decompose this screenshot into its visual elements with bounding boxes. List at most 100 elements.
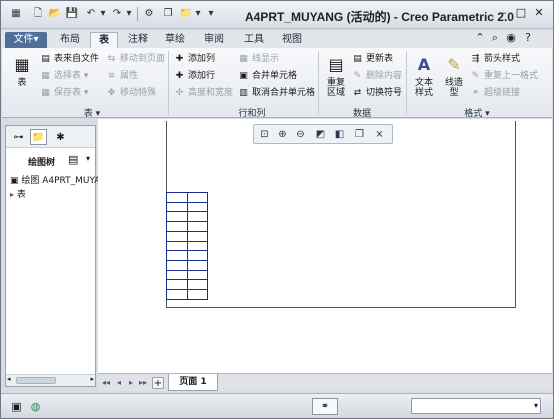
collapse-ribbon-icon[interactable]: ⌃ <box>473 31 487 45</box>
toggle-symbol-label: 切换符号 <box>366 88 403 98</box>
repeat-format-button[interactable]: ✎ 重复上一格式 <box>470 69 538 83</box>
repaint-icon[interactable]: ◩ <box>313 127 328 142</box>
browser-icon[interactable]: ◍ <box>28 399 43 414</box>
zoom-out-icon[interactable]: ⊖ <box>293 127 308 142</box>
merge-cells-label: 合并单元格 <box>252 71 298 81</box>
tree-settings-icon[interactable]: ▤ <box>68 153 78 166</box>
zoom-in-icon[interactable]: ⊕ <box>275 127 290 142</box>
line-display-label: 线显示 <box>252 54 280 64</box>
save-table-icon: ▦ <box>41 87 50 98</box>
title-bar: ▦ 🗋 📂 💾 ↶ ▾ ↷ ▾ ⚙ ❐ 📁 ▾ ▾ A4PRT_MUYANG (… <box>1 1 553 29</box>
tab-sketch[interactable]: 草绘 <box>158 32 192 48</box>
tab-layout[interactable]: 布局 <box>53 32 87 48</box>
unmerge-cells-button[interactable]: ▥ 取消合并单元格 <box>238 86 315 100</box>
line-style-icon: ✎ <box>447 55 461 74</box>
tab-table[interactable]: 表 <box>90 32 118 48</box>
minimize-button[interactable]: – <box>497 6 511 20</box>
save-table-label: 保存表 ▾ <box>54 88 89 98</box>
merge-cells-icon: ▣ <box>239 70 248 81</box>
properties-button[interactable]: ≡ 属性 <box>106 69 138 83</box>
delete-content-button[interactable]: ✎ 删除内容 <box>352 69 402 83</box>
text-style-button[interactable]: A 文本 样式 <box>410 54 438 98</box>
repeat-region-button[interactable]: ▤ 重复 区域 <box>322 54 350 98</box>
search-icon[interactable]: ⌕ <box>488 31 502 45</box>
tree-item-drawing-label: 绘图 A4PRT_MUYA <box>21 176 101 186</box>
prev-page-icon[interactable]: ◂ <box>114 377 124 389</box>
toggle-symbol-button[interactable]: ⇄ 切换符号 <box>352 86 402 100</box>
text-style-icon: A <box>417 55 431 74</box>
hyperlink-button[interactable]: ⚭ 超级链接 <box>470 86 520 100</box>
merge-cells-button[interactable]: ▣ 合并单元格 <box>238 69 297 83</box>
sheet-icon[interactable]: ❐ <box>352 127 367 142</box>
redo-dropdown-icon[interactable]: ▾ <box>122 7 136 21</box>
first-page-icon[interactable]: ◂◂ <box>101 377 111 389</box>
refit-icon[interactable]: ⊡ <box>257 127 272 142</box>
tab-folder-browser[interactable]: 📁 <box>30 129 47 145</box>
help-icon[interactable]: ? <box>521 31 535 45</box>
tab-view[interactable]: 视图 <box>275 32 309 48</box>
next-page-icon[interactable]: ▸ <box>126 377 136 389</box>
insert-table-button[interactable]: ▦ 表 <box>8 54 36 88</box>
tab-favorites[interactable]: ✱ <box>52 129 69 145</box>
tree-item-drawing[interactable]: ▣ 绘图 A4PRT_MUYA <box>10 175 100 187</box>
close-button[interactable]: ✕ <box>532 6 546 20</box>
line-style-label: 线造 型 <box>444 78 463 98</box>
add-column-button[interactable]: ✚ 添加列 <box>174 52 215 66</box>
show-navigator-icon[interactable]: ▣ <box>9 399 24 414</box>
tab-model-tree[interactable]: ⊶ <box>10 129 27 145</box>
navigator-tabs: ⊶ 📁 ✱ <box>6 126 95 148</box>
rows-cols-group-label: 行和列 <box>238 109 266 119</box>
scroll-right-icon[interactable]: ▸ <box>90 375 94 383</box>
format-group-label[interactable]: 格式 ▾ <box>442 106 512 119</box>
find-button[interactable]: ⚭ <box>312 398 338 415</box>
line-display-button[interactable]: ▦ 线显示 <box>238 52 279 66</box>
annotation-display-icon[interactable]: ⨯ <box>372 127 387 142</box>
display-style-icon[interactable]: ◧ <box>332 127 347 142</box>
add-page-button[interactable]: + <box>152 377 164 389</box>
move-to-page-button[interactable]: ⇆ 移动到页面 <box>106 52 165 66</box>
table-from-file-label: 表来自文件 <box>54 54 100 64</box>
regenerate-icon[interactable]: ⚙ <box>142 7 156 21</box>
open-icon[interactable]: 📂 <box>48 7 62 21</box>
tab-review[interactable]: 审阅 <box>197 32 231 48</box>
page-tab-1[interactable]: 页面 1 <box>168 374 218 391</box>
tab-tools[interactable]: 工具 <box>237 32 271 48</box>
drawing-table[interactable] <box>166 192 208 300</box>
tree-item-table[interactable]: ▸ 表 <box>10 189 26 201</box>
ribbon-tab-row: 文件▾ 布局 表 注释 草绘 审阅 工具 视图 <box>1 30 553 48</box>
select-table-icon: ▦ <box>41 70 50 81</box>
tab-annotate[interactable]: 注释 <box>121 32 155 48</box>
select-table-button[interactable]: ▦ 选择表 ▾ <box>40 69 88 83</box>
height-width-button[interactable]: ✣ 高度和宽度 <box>174 86 233 100</box>
add-row-button[interactable]: ✚ 添加行 <box>174 69 215 83</box>
scroll-thumb[interactable] <box>16 377 56 384</box>
page-tab-bar: ◂◂ ◂ ▸ ▸▸ + 页面 1 <box>98 373 552 391</box>
move-special-button[interactable]: ✥ 移动特殊 <box>106 86 156 100</box>
update-table-label: 更新表 <box>366 54 394 64</box>
expand-icon[interactable]: ▸ <box>10 190 14 199</box>
undo-dropdown-icon[interactable]: ▾ <box>96 7 110 21</box>
tree-item-table-label: 表 <box>16 190 26 200</box>
scroll-left-icon[interactable]: ◂ <box>7 375 11 383</box>
hyperlink-icon: ⚭ <box>471 87 480 98</box>
new-icon[interactable]: 🗋 <box>31 7 45 21</box>
table-from-file-button[interactable]: ▤ 表来自文件 <box>40 52 99 66</box>
tab-file[interactable]: 文件▾ <box>5 32 47 48</box>
selection-filter-dropdown[interactable]: ▾ <box>411 398 541 414</box>
windows-icon[interactable]: ❐ <box>161 7 175 21</box>
last-page-icon[interactable]: ▸▸ <box>138 377 148 389</box>
customize-dropdown-icon[interactable]: ▾ <box>204 7 218 21</box>
save-icon[interactable]: 💾 <box>65 7 79 21</box>
application-window: ▦ 🗋 📂 💾 ↶ ▾ ↷ ▾ ⚙ ❐ 📁 ▾ ▾ A4PRT_MUYANG (… <box>0 0 554 419</box>
arrow-style-button[interactable]: ⇶ 箭头样式 <box>470 52 520 66</box>
maximize-button[interactable]: □ <box>514 6 528 20</box>
tree-dropdown-icon[interactable]: ▾ <box>86 154 90 163</box>
table-group-label[interactable]: 表 ▾ <box>42 106 142 119</box>
update-table-button[interactable]: ▤ 更新表 <box>352 52 393 66</box>
save-table-button[interactable]: ▦ 保存表 ▾ <box>40 86 88 100</box>
help-center-icon[interactable]: ◉ <box>504 31 518 45</box>
tree-horizontal-scrollbar[interactable]: ◂ ▸ <box>6 374 95 386</box>
line-style-button[interactable]: ✎ 线造 型 <box>440 54 468 98</box>
folder-dropdown-icon[interactable]: ▾ <box>191 7 205 21</box>
ribbon-panel: ▦ 表 ▤ 表来自文件 ▦ 选择表 ▾ ▦ 保存表 ▾ ⇆ 移动到页面 ≡ 属性… <box>2 48 552 119</box>
